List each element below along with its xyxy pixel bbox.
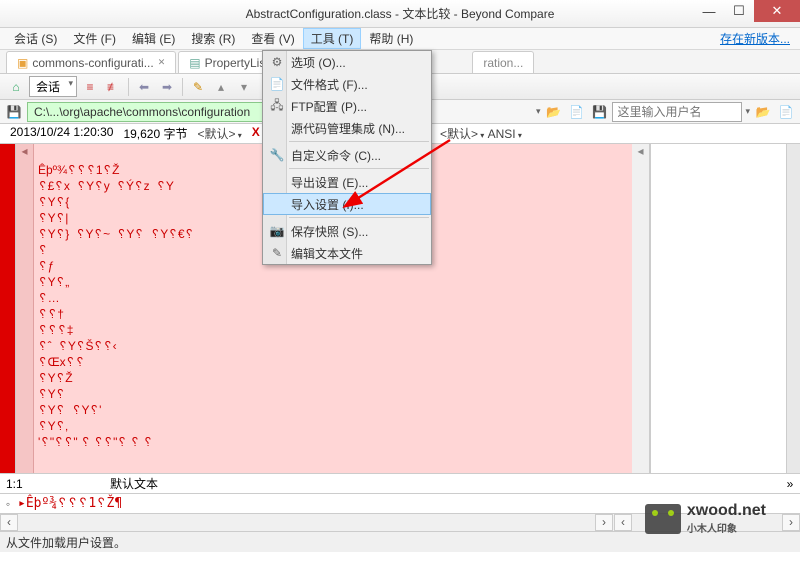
menu-import-settings[interactable]: 导入设置 (I)... bbox=[263, 193, 431, 215]
menu-view[interactable]: 查看 (V) bbox=[243, 28, 302, 49]
new-version-link[interactable]: 存在新版本... bbox=[720, 30, 790, 47]
menu-scm[interactable]: 源代码管理集成 (N)... bbox=[263, 117, 431, 139]
robot-icon bbox=[645, 504, 681, 534]
open-icon[interactable]: 📂 bbox=[753, 102, 773, 122]
save-icon[interactable]: 💾 bbox=[589, 102, 609, 122]
prev-diff-icon[interactable]: ▴ bbox=[211, 77, 231, 97]
editor-status-line: 1:1 默认文本 » bbox=[0, 474, 800, 494]
save-icon[interactable]: 💾 bbox=[4, 102, 24, 122]
scroll-right-icon[interactable]: › bbox=[782, 514, 800, 531]
status-bar: 从文件加载用户设置。 bbox=[0, 532, 800, 552]
folder-icon: ▣ bbox=[17, 56, 28, 70]
network-icon: 🖧 bbox=[269, 96, 285, 117]
menu-help[interactable]: 帮助 (H) bbox=[361, 28, 421, 49]
window-titlebar: AbstractConfiguration.class - 文本比较 - Bey… bbox=[0, 0, 800, 28]
doc-icon[interactable]: 📄 bbox=[776, 102, 796, 122]
menu-options[interactable]: ⚙选项 (O)... bbox=[263, 51, 431, 73]
doc-icon: ▤ bbox=[189, 56, 200, 70]
menu-save-snapshot[interactable]: 📷保存快照 (S)... bbox=[263, 220, 431, 242]
menu-search[interactable]: 搜索 (R) bbox=[183, 28, 243, 49]
menu-file[interactable]: 文件 (F) bbox=[65, 28, 124, 49]
menu-tools[interactable]: 工具 (T) bbox=[303, 28, 362, 49]
copy-right-icon[interactable]: ➡ bbox=[157, 77, 177, 97]
scroll-left-icon[interactable]: ‹ bbox=[0, 514, 18, 531]
home-icon[interactable]: ⌂ bbox=[6, 77, 26, 97]
encoding-left-dropdown[interactable]: <默认> bbox=[197, 125, 241, 142]
right-editor[interactable]: xwood.net小木人印象 bbox=[650, 144, 786, 473]
encoding-right-dropdown[interactable]: <默认> bbox=[440, 127, 484, 141]
wrench-icon: 🔧 bbox=[269, 148, 285, 162]
file-size: 19,620 字节 bbox=[123, 125, 187, 142]
username-input[interactable] bbox=[612, 102, 742, 122]
window-title: AbstractConfiguration.class - 文本比较 - Bey… bbox=[246, 5, 555, 22]
file-tab[interactable]: ration... bbox=[472, 51, 534, 73]
doc-icon[interactable]: 📄 bbox=[566, 102, 586, 122]
bottom-preview-text: ▸Êþº¾␦␦␦1␦Ž¶ bbox=[16, 496, 122, 511]
menu-export-settings[interactable]: 导出设置 (E)... bbox=[263, 171, 431, 193]
file-type: 默认文本 bbox=[110, 475, 780, 492]
expand-icon[interactable]: » bbox=[780, 477, 800, 491]
file-date: 2013/10/24 1:20:30 bbox=[10, 125, 113, 142]
line-gutter-left: ◂ bbox=[16, 144, 34, 473]
minimize-button[interactable]: — bbox=[694, 0, 724, 22]
diff-overview-right[interactable] bbox=[786, 144, 800, 473]
file-tab[interactable]: ▣commons-configurati...✕ bbox=[6, 51, 176, 73]
diff-marker: X bbox=[252, 125, 260, 142]
line-icon: ◦ bbox=[0, 497, 16, 511]
menu-file-format[interactable]: 📄文件格式 (F)... bbox=[263, 73, 431, 95]
status-message: 从文件加载用户设置。 bbox=[6, 534, 126, 551]
copy-left-icon[interactable]: ⬅ bbox=[134, 77, 154, 97]
diff-icon[interactable]: ≢ bbox=[103, 77, 123, 97]
menu-edit-text-file[interactable]: ✎编辑文本文件 bbox=[263, 242, 431, 264]
maximize-button[interactable]: ☐ bbox=[724, 0, 754, 22]
doc-icon: 📄 bbox=[269, 77, 285, 91]
scroll-right-icon[interactable]: › bbox=[595, 514, 613, 531]
tools-dropdown-menu: ⚙选项 (O)... 📄文件格式 (F)... 🖧FTP配置 (P)... 源代… bbox=[262, 50, 432, 265]
menu-ftp-config[interactable]: 🖧FTP配置 (P)... bbox=[263, 95, 431, 117]
open-icon[interactable]: 📂 bbox=[543, 102, 563, 122]
diff-all-icon[interactable]: ≡ bbox=[80, 77, 100, 97]
watermark: xwood.net小木人印象 bbox=[645, 502, 766, 535]
line-gutter-right: ◂ bbox=[632, 144, 650, 473]
cursor-position: 1:1 bbox=[0, 477, 110, 491]
diff-overview-left[interactable] bbox=[0, 144, 16, 473]
menu-custom-commands[interactable]: 🔧自定义命令 (C)... bbox=[263, 144, 431, 166]
session-dropdown[interactable]: 会话 bbox=[29, 76, 77, 97]
close-button[interactable]: ✕ bbox=[754, 0, 800, 22]
edit-icon: ✎ bbox=[269, 246, 285, 260]
gear-icon: ⚙ bbox=[269, 55, 285, 69]
menu-bar: 会话 (S) 文件 (F) 编辑 (E) 搜索 (R) 查看 (V) 工具 (T… bbox=[0, 28, 800, 50]
menu-edit[interactable]: 编辑 (E) bbox=[124, 28, 183, 49]
close-icon[interactable]: ✕ bbox=[158, 57, 166, 68]
camera-icon: 📷 bbox=[269, 224, 285, 238]
menu-session[interactable]: 会话 (S) bbox=[6, 28, 65, 49]
next-diff-icon[interactable]: ▾ bbox=[234, 77, 254, 97]
scroll-left-icon[interactable]: ‹ bbox=[614, 514, 632, 531]
charset-dropdown[interactable]: ANSI bbox=[488, 127, 522, 141]
edit-icon[interactable]: ✎ bbox=[188, 77, 208, 97]
